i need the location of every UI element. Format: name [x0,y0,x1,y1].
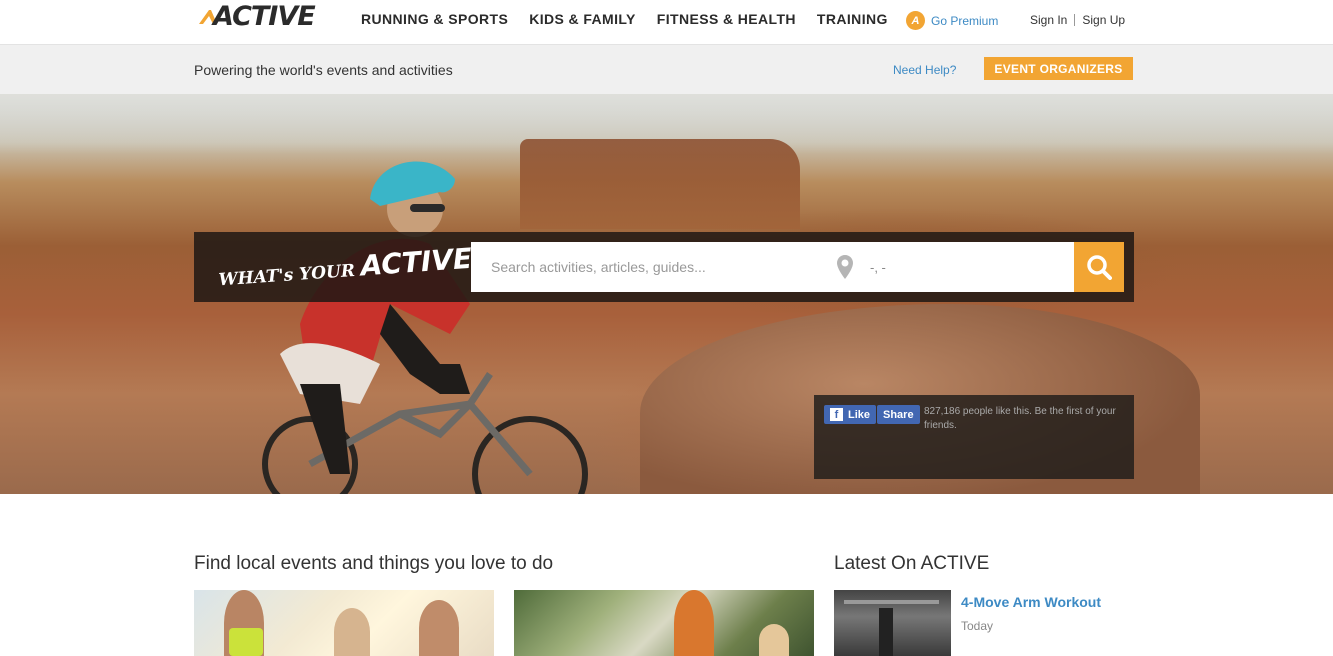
sign-up-link[interactable]: Sign Up [1082,13,1125,27]
runner-figure [334,608,370,656]
latest-article-date: Today [961,619,994,633]
events-section-title: Find local events and things you love to… [194,553,554,574]
nav-fitness-health[interactable]: FITNESS & HEALTH [657,11,796,27]
search-bar: WHAT's YOUR ACTIVE? Search activities, a… [194,232,1134,302]
search-icon [1087,255,1112,280]
sub-header: Powering the world's events and activiti… [0,44,1333,94]
facebook-like-box: f Like Share 827,186 people like this. B… [814,395,1134,479]
latest-section-title: Latest On ACTIVE [834,553,990,574]
search-input[interactable]: Search activities, articles, guides... [471,242,836,292]
like-label: Like [848,408,871,421]
event-organizers-button[interactable]: EVENT ORGANIZERS [984,57,1133,80]
logo-text: ACTIVE [213,0,316,32]
go-premium-link[interactable]: A Go Premium [906,11,998,30]
facebook-like-button[interactable]: f Like [824,405,877,424]
gym-rack-bar [844,600,939,604]
latest-thumbnail-gym[interactable] [834,590,951,656]
latest-article-link[interactable]: 4-Move Arm Workout [961,594,1101,610]
premium-label: Go Premium [931,13,999,28]
active-logo[interactable]: ACTIVE [197,0,316,32]
location-field[interactable]: -, - [836,242,1074,292]
auth-links: Sign In Sign Up [1030,13,1125,27]
nav-running-sports[interactable]: RUNNING & SPORTS [361,11,508,27]
event-thumbnail-runners[interactable] [194,590,494,656]
runner-figure [419,600,459,656]
top-navigation: ACTIVE RUNNING & SPORTS KIDS & FAMILY FI… [0,0,1333,44]
facebook-like-count: 827,186 people like this. Be the first o… [924,406,1116,431]
nav-kids-family[interactable]: KIDS & FAMILY [529,11,636,27]
whats-your-active-slogan: WHAT's YOUR ACTIVE? [217,241,489,293]
premium-badge-icon: A [906,11,925,30]
nav-training[interactable]: TRAINING [817,11,888,27]
hiker-figure [674,590,714,656]
tagline: Powering the world's events and activiti… [194,62,453,78]
slogan-big: ACTIVE? [359,240,490,283]
gym-person [879,608,893,656]
map-pin-icon [837,255,853,279]
slogan-small: WHAT's YOUR [217,260,356,291]
sign-in-link[interactable]: Sign In [1030,13,1067,27]
runner-shirt [229,628,263,656]
search-button[interactable] [1074,242,1124,292]
event-thumbnail-hikers[interactable] [514,590,814,656]
location-value: -, - [870,259,886,275]
facebook-share-button[interactable]: Share [877,405,920,424]
main-menu: RUNNING & SPORTS KIDS & FAMILY FITNESS &… [361,11,909,27]
hiker-figure [759,624,789,656]
hero-banner: WHAT's YOUR ACTIVE? Search activities, a… [0,94,1333,494]
facebook-icon: f [830,408,843,421]
cyclist-image [262,161,588,494]
need-help-link[interactable]: Need Help? [893,63,956,77]
auth-divider [1074,14,1076,26]
